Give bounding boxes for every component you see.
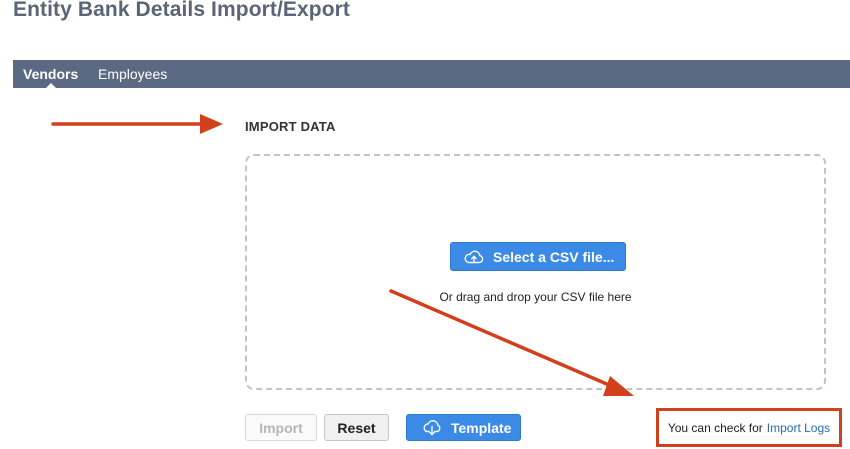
tab-vendors-label: Vendors bbox=[23, 66, 79, 82]
import-button[interactable]: Import bbox=[245, 414, 317, 441]
csv-dropzone[interactable] bbox=[245, 154, 826, 390]
drag-drop-hint: Or drag and drop your CSV file here bbox=[439, 290, 632, 304]
cloud-upload-icon bbox=[463, 249, 485, 265]
arrow-to-import-heading bbox=[51, 114, 223, 134]
tab-employees[interactable]: Employees bbox=[98, 60, 167, 88]
active-tab-caret bbox=[45, 83, 56, 88]
template-button[interactable]: Template bbox=[406, 414, 521, 441]
import-logs-prefix: You can check for bbox=[667, 420, 763, 435]
import-data-heading: IMPORT DATA bbox=[245, 119, 336, 134]
bank-details-import-export-page: Entity Bank Details Import/Export Vendor… bbox=[0, 0, 850, 449]
tab-vendors[interactable]: Vendors bbox=[23, 60, 78, 88]
select-csv-file-label: Select a CSV file... bbox=[493, 248, 615, 265]
import-logs-link[interactable]: Import Logs bbox=[767, 421, 830, 435]
tab-employees-label: Employees bbox=[98, 66, 168, 82]
reset-button[interactable]: Reset bbox=[324, 414, 389, 441]
template-label: Template bbox=[451, 419, 512, 436]
import-logs-callout: You can check for Import Logs bbox=[656, 408, 842, 447]
select-csv-file-button[interactable]: Select a CSV file... bbox=[450, 242, 626, 271]
cloud-download-icon bbox=[421, 419, 443, 436]
tab-bar: Vendors Employees bbox=[13, 60, 850, 88]
page-title: Entity Bank Details Import/Export bbox=[13, 0, 351, 21]
